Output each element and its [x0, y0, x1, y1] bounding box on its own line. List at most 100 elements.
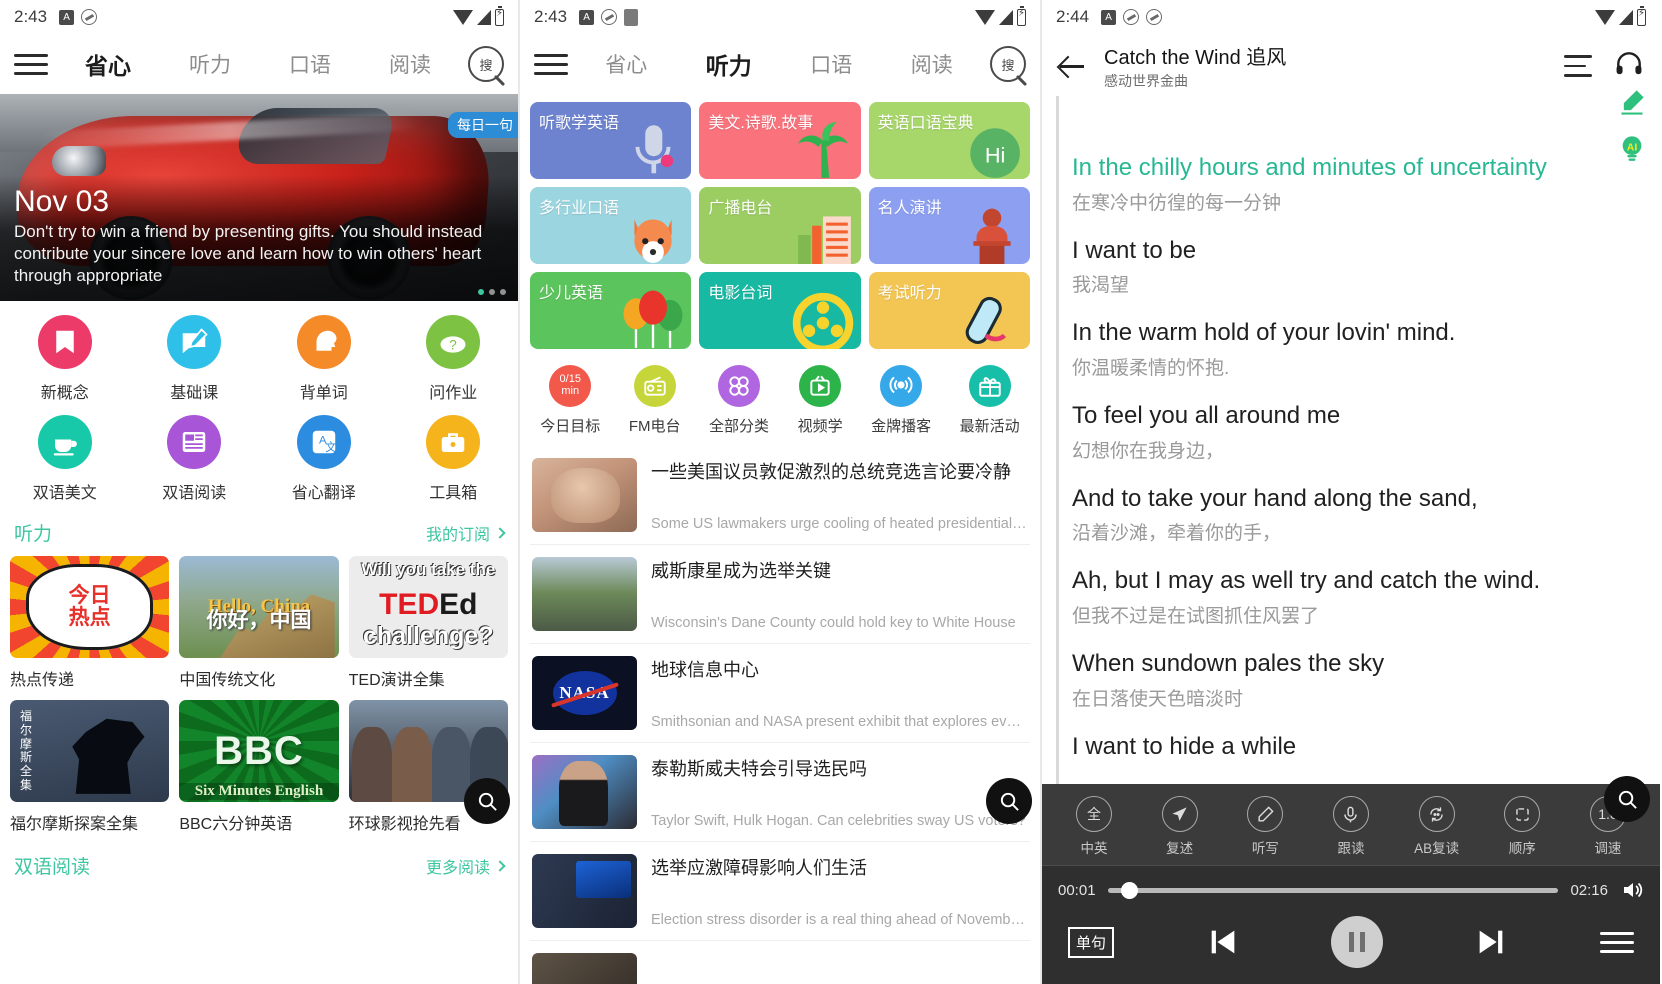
shortcut-wenzuoye[interactable]: ? 问作业 [389, 315, 519, 403]
tab-tingli[interactable]: 听力 [189, 49, 231, 79]
tool-dictation[interactable]: 听写 [1229, 796, 1301, 857]
tile-exam-listening[interactable]: 考试听力 [868, 272, 1030, 349]
next-button[interactable] [1474, 925, 1508, 959]
quick-fm-radio[interactable]: FM电台 [629, 365, 680, 436]
news-subtitle: Wisconsin's Dane County could hold key t… [651, 615, 1016, 631]
hero-banner[interactable]: 每日一句 Nov 03 Don't try to win a friend by… [0, 94, 518, 301]
shortcut-fanyi[interactable]: A文 省心翻译 [259, 415, 389, 503]
tab-shengxin[interactable]: 省心 [85, 47, 131, 81]
player-menu-icon[interactable] [1599, 931, 1634, 953]
shortcut-jichuke[interactable]: 基础课 [130, 315, 260, 403]
thumb-text: Will you take the [361, 560, 496, 579]
tile-listen-songs[interactable]: 听歌学英语 [530, 102, 692, 179]
list-item[interactable]: NASA 地球信息中心 Smithsonian and NASA present… [530, 643, 1030, 742]
news-thumbnail [532, 755, 637, 829]
tile-essays-poems[interactable]: 美文.诗歌.故事 [699, 102, 861, 179]
quick-daily-goal[interactable]: 0/15 min 今日目标 [540, 365, 600, 436]
shortcut-label: 双语阅读 [162, 485, 227, 502]
list-item[interactable]: 威斯康星成为选举关键 Wisconsin's Dane County could… [530, 544, 1030, 643]
play-pause-button[interactable] [1330, 916, 1383, 968]
lyric-line[interactable]: In the chilly hours and minutes of uncer… [1056, 152, 1630, 215]
tile-spoken-english[interactable]: 英语口语宝典 Hi [868, 102, 1030, 179]
playlist-icon[interactable] [1564, 55, 1592, 77]
thumb-text: 你好，中国 [206, 609, 312, 632]
tab-tingli[interactable]: 听力 [706, 47, 752, 81]
my-subscription-link[interactable]: 我的订阅 [426, 521, 506, 545]
lyric-line[interactable]: In the warm hold of your lovin' mind. 你温… [1056, 317, 1630, 380]
headphone-icon[interactable] [1614, 49, 1644, 84]
quick-video-learn[interactable]: 视频学 [798, 365, 843, 436]
list-item[interactable]: 泰勒斯威夫特会引导选民吗 Taylor Swift, Hulk Hogan. C… [530, 742, 1030, 841]
tile-radio-station[interactable]: 广播电台 [699, 187, 861, 264]
tab-kouyu[interactable]: 口语 [810, 49, 852, 79]
tab-kouyu[interactable]: 口语 [289, 49, 331, 79]
tile-kids-english[interactable]: 少儿英语 [530, 272, 692, 349]
menu-icon[interactable] [534, 53, 568, 75]
card-bbc[interactable]: BBC Six Minutes English BBC六分钟英语 [179, 700, 339, 834]
shortcut-label: 背单词 [299, 385, 348, 402]
daily-quote-badge: 每日一句 [448, 112, 518, 138]
search-icon[interactable]: 搜 [468, 46, 504, 82]
back-arrow-icon[interactable] [1058, 52, 1086, 80]
card-hot[interactable]: 今日 热点 热点传递 [10, 556, 170, 690]
tool-ab-repeat[interactable]: AB复读 [1401, 796, 1473, 857]
volume-icon[interactable] [1620, 878, 1644, 902]
lyric-line[interactable]: To feel you all around me 幻想你在我身边， [1056, 400, 1630, 463]
lyric-line[interactable]: I want to hide a while [1056, 731, 1630, 763]
shortcut-gongjuxiang[interactable]: 工具箱 [389, 415, 519, 503]
list-item[interactable]: 选举应激障碍影响人们生活 Election stress disorder is… [530, 841, 1030, 940]
tool-follow-read[interactable]: 跟读 [1315, 796, 1387, 857]
tile-celebrity-speech[interactable]: 名人演讲 [868, 187, 1030, 264]
tile-movie-lines[interactable]: 电影台词 [699, 272, 861, 349]
shortcut-shuangyumeiwen[interactable]: 双语美文 [0, 415, 130, 503]
card-china[interactable]: Hello, China 你好，中国 中国传统文化 [179, 556, 339, 690]
svg-text:文: 文 [325, 440, 336, 454]
lyric-line[interactable]: I want to be 我渴望 [1056, 235, 1630, 298]
floating-search-button[interactable] [986, 778, 1032, 824]
ai-bulb-icon[interactable]: AI [1618, 134, 1646, 162]
lyric-line[interactable]: When sundown pales the sky 在日落使天色暗淡时 [1056, 648, 1630, 711]
seek-knob[interactable] [1121, 881, 1139, 899]
card-thumbnail: Hello, China 你好，中国 [179, 556, 339, 658]
tool-bilingual[interactable]: 全 中英 [1058, 796, 1130, 857]
loop-mode-button[interactable]: 单句 [1068, 926, 1115, 958]
tool-label: 复述 [1166, 841, 1194, 856]
shortcut-beidanci[interactable]: 背单词 [259, 315, 389, 403]
tile-industry-spoken[interactable]: 多行业口语 [530, 187, 692, 264]
lyric-line[interactable]: Ah, but I may as well try and catch the … [1056, 565, 1630, 628]
quick-podcast[interactable]: 金牌播客 [871, 365, 931, 436]
previous-button[interactable] [1206, 925, 1240, 959]
card-ted[interactable]: Will you take the TEDEd challenge? TED演讲… [348, 556, 508, 690]
speaker-podium-icon [958, 204, 1026, 264]
tool-order[interactable]: 顺序 [1486, 796, 1558, 857]
tool-label: AB复读 [1414, 841, 1460, 856]
card-holmes[interactable]: 福尔摩斯全集 福尔摩斯探案全集 [10, 700, 170, 834]
listening-card-grid: 今日 热点 热点传递 Hello, China 你好，中国 中国传统文化 Will… [0, 554, 518, 840]
menu-icon[interactable] [14, 53, 48, 75]
search-icon[interactable]: 搜 [990, 46, 1026, 82]
news-title: 一些美国议员敦促激烈的总统竞选言论要冷静 [651, 462, 1011, 482]
section-title: 听力 [14, 524, 53, 545]
card-title: 热点传递 [10, 672, 75, 689]
shortcut-shuangyuyuedu[interactable]: 双语阅读 [130, 415, 260, 503]
tab-yuedu[interactable]: 阅读 [911, 49, 953, 79]
list-item-partial[interactable] [530, 940, 1030, 984]
seek-slider[interactable] [1107, 881, 1559, 899]
list-item[interactable]: 一些美国议员敦促激烈的总统竞选言论要冷静 Some US lawmakers u… [530, 446, 1030, 544]
tab-yuedu[interactable]: 阅读 [389, 49, 431, 79]
carousel-dots[interactable] [478, 289, 506, 295]
floating-search-button[interactable] [1604, 776, 1650, 822]
card-title: TED演讲全集 [348, 672, 445, 689]
tile-label: 名人演讲 [877, 200, 942, 217]
tab-shengxin[interactable]: 省心 [605, 49, 647, 79]
quick-all-categories[interactable]: 全部分类 [709, 365, 769, 436]
edit-pencil-icon[interactable] [1618, 88, 1646, 116]
news-title: 选举应激障碍影响人们生活 [651, 858, 867, 878]
lyric-line[interactable]: And to take your hand along the sand, 沿着… [1056, 483, 1630, 546]
more-reading-link[interactable]: 更多阅读 [426, 854, 506, 878]
shortcut-label: 双语美文 [32, 485, 97, 502]
shortcut-xingainian[interactable]: 新概念 [0, 315, 130, 403]
tool-retell[interactable]: 复述 [1144, 796, 1216, 857]
floating-search-button[interactable] [464, 778, 510, 824]
quick-latest-activity[interactable]: 最新活动 [960, 365, 1020, 436]
